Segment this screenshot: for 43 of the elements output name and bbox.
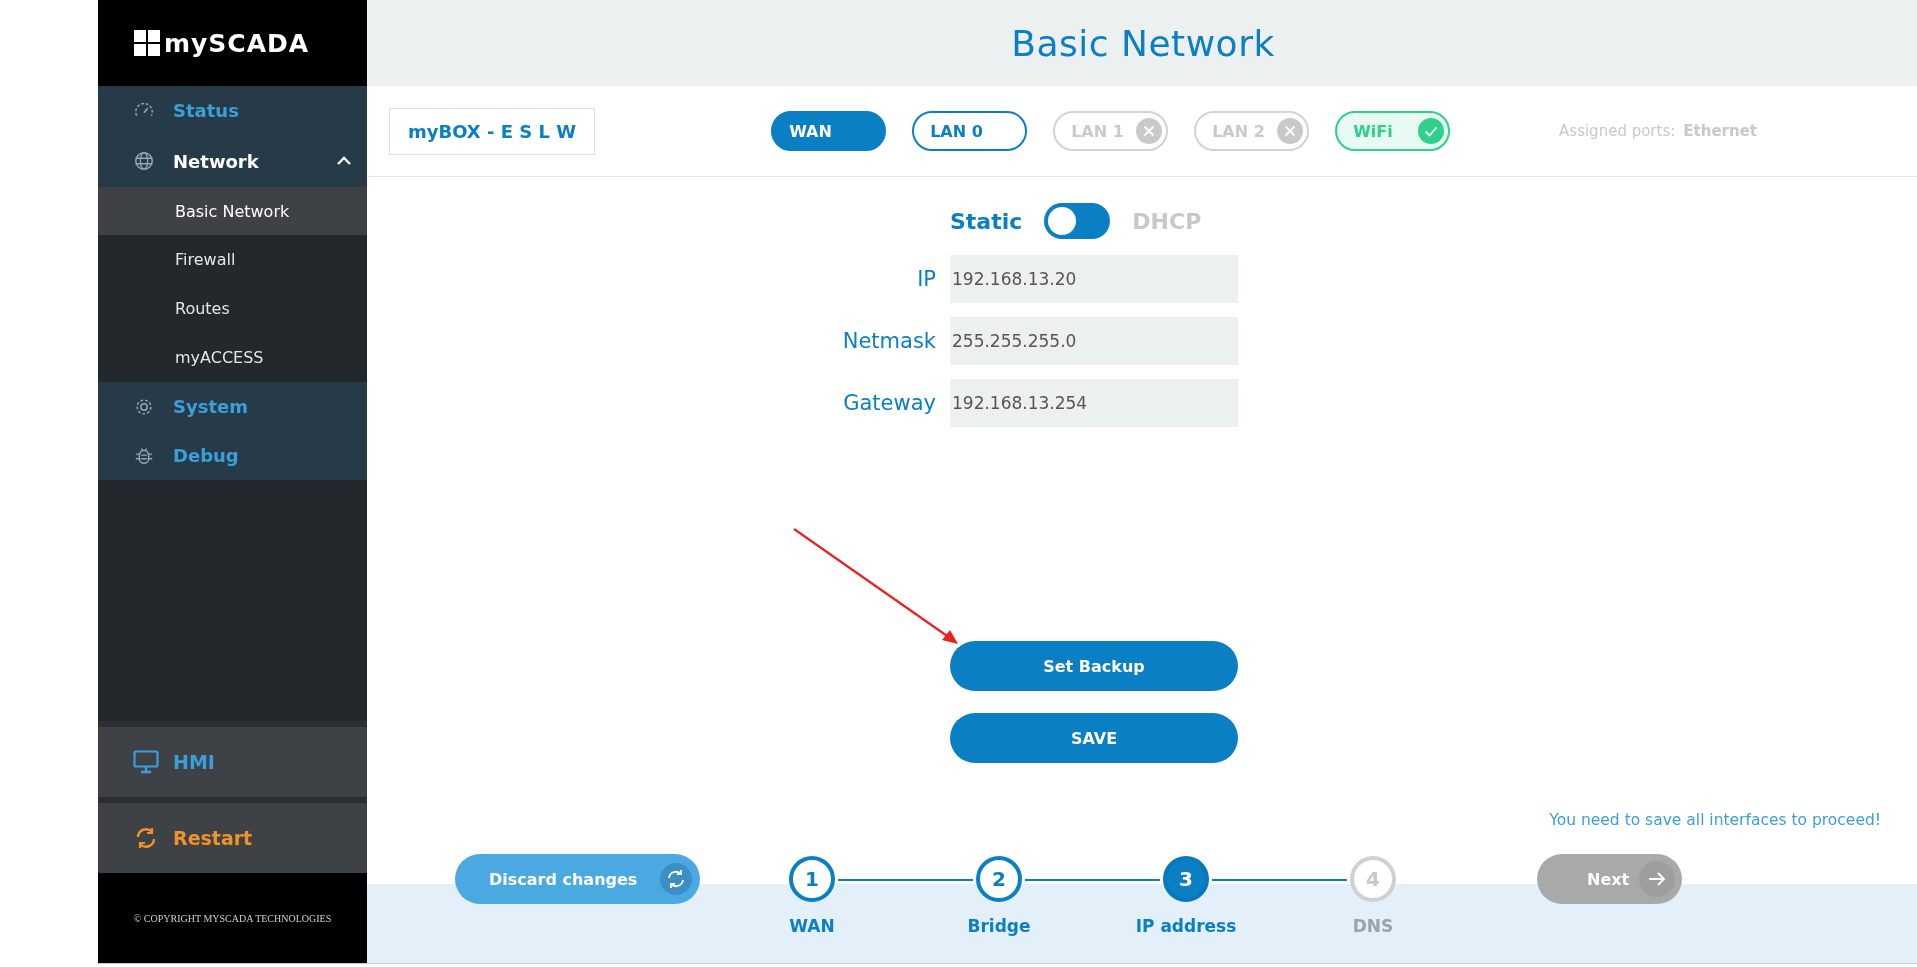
input-field[interactable]: 255.255.255.0 <box>950 317 1238 365</box>
close-icon <box>1277 118 1304 144</box>
logo-text: mySCADA <box>164 28 310 58</box>
info-message: You need to save all interfaces to proceed! <box>1549 811 1881 829</box>
input-field[interactable]: 192.168.13.254 <box>950 379 1238 427</box>
input-field[interactable]: 192.168.13.20 <box>950 255 1238 303</box>
interface-tab[interactable]: LAN 0 <box>912 111 1028 151</box>
check-icon <box>1418 118 1445 144</box>
close-icon <box>1136 118 1163 144</box>
device-name: myBOX - E S L W <box>389 107 596 155</box>
submenu-item[interactable]: myACCESS <box>98 333 367 382</box>
nav-item[interactable]: Network <box>98 135 367 187</box>
step-label: WAN <box>789 916 835 936</box>
interface-tab[interactable]: WAN <box>771 111 887 151</box>
set-backup-button[interactable]: Set Backup <box>950 641 1238 691</box>
refresh-icon <box>660 863 692 895</box>
arrow-right-icon <box>1639 861 1675 897</box>
monitor-icon <box>133 750 159 774</box>
static-label: Static <box>950 208 1023 234</box>
step-label: Bridge <box>967 916 1031 936</box>
field-label: IP <box>916 267 936 291</box>
mode-switch[interactable] <box>1044 203 1111 239</box>
step-label: DNS <box>1352 916 1394 936</box>
step-circle: 2 <box>976 856 1022 902</box>
copyright-text: © COPYRIGHT MYSCADA TECHNOLOGIES <box>133 912 332 924</box>
restart-button[interactable]: Restart <box>98 797 367 873</box>
field-label: Netmask <box>841 329 936 353</box>
field-label: Gateway <box>842 391 936 415</box>
page-title: Basic Network <box>1011 22 1275 64</box>
submenu-item[interactable]: Routes <box>98 284 367 333</box>
save-button[interactable]: SAVE <box>950 713 1238 763</box>
hmi-button[interactable]: HMI <box>98 721 367 797</box>
nav-item[interactable]: System <box>98 382 367 431</box>
submenu-item[interactable]: Basic Network <box>98 187 367 235</box>
nav-item[interactable]: Debug <box>98 431 367 480</box>
logo-icon <box>134 30 160 56</box>
discard-button[interactable]: Discard changes <box>455 854 700 904</box>
step-circle: 3 <box>1163 856 1209 902</box>
nav-item[interactable]: Status <box>98 86 367 135</box>
globe-icon <box>133 150 155 172</box>
step-label: IP address <box>1135 916 1237 936</box>
submenu-item[interactable]: Firewall <box>98 235 367 284</box>
step-circle: 1 <box>789 856 835 902</box>
